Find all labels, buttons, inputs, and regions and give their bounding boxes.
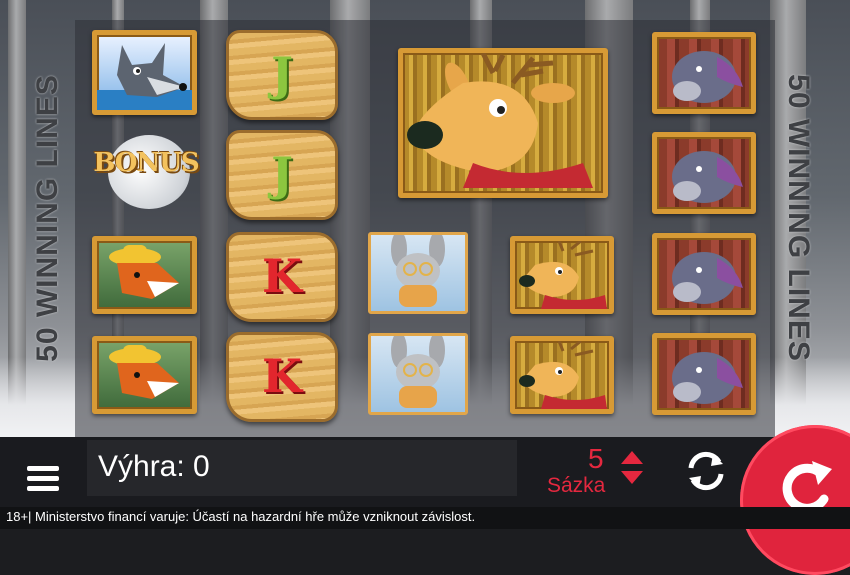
k-symbol: K — [226, 232, 338, 322]
bet-label: Sázka — [547, 474, 606, 497]
boar-icon — [672, 51, 743, 103]
menu-icon[interactable] — [27, 466, 59, 492]
rabbit-symbol — [368, 333, 468, 415]
deer-icon — [519, 241, 607, 309]
fox-symbol — [92, 336, 197, 414]
rabbit-symbol — [368, 232, 468, 314]
gambling-disclaimer: 18+| Ministerstvo financí varuje: Účastí… — [0, 507, 850, 529]
k-letter: K — [262, 248, 302, 303]
boar-symbol — [652, 233, 756, 315]
winning-lines-label-right: 50 WINNING LINES — [782, 74, 815, 362]
boar-icon — [672, 352, 743, 404]
bet-value: 5 — [588, 443, 604, 474]
winning-lines-label-left: 50 WINNING LINES — [31, 74, 64, 362]
deer-symbol — [510, 336, 614, 414]
rabbit-icon — [391, 336, 445, 408]
k-symbol: K — [226, 332, 338, 422]
boar-icon — [672, 252, 743, 304]
fox-symbol — [92, 236, 197, 314]
deer-symbol — [510, 236, 614, 314]
boar-symbol — [652, 132, 756, 214]
fox-icon — [109, 345, 179, 399]
wolf-symbol — [92, 30, 197, 115]
autoplay-icon[interactable] — [683, 448, 729, 494]
deer-icon — [519, 341, 607, 409]
rabbit-icon — [391, 235, 445, 307]
boar-symbol — [652, 32, 756, 114]
bonus-symbol: BONUS — [93, 148, 199, 178]
j-letter: J — [271, 146, 293, 201]
disclaimer-text: 18+| Ministerstvo financí varuje: Účastí… — [6, 509, 476, 524]
j-symbol: J — [226, 30, 338, 120]
big-deer-symbol — [398, 48, 608, 198]
deer-icon — [407, 53, 593, 188]
win-amount: Výhra: 0 — [98, 450, 210, 483]
boar-symbol — [652, 333, 756, 415]
wolf-icon — [97, 43, 192, 110]
bet-increase-icon[interactable] — [621, 451, 643, 464]
bet-decrease-icon[interactable] — [621, 471, 643, 484]
j-symbol: J — [226, 130, 338, 220]
j-letter: J — [271, 46, 293, 101]
boar-icon — [672, 151, 743, 203]
fox-icon — [109, 245, 179, 299]
k-letter: K — [262, 348, 302, 403]
